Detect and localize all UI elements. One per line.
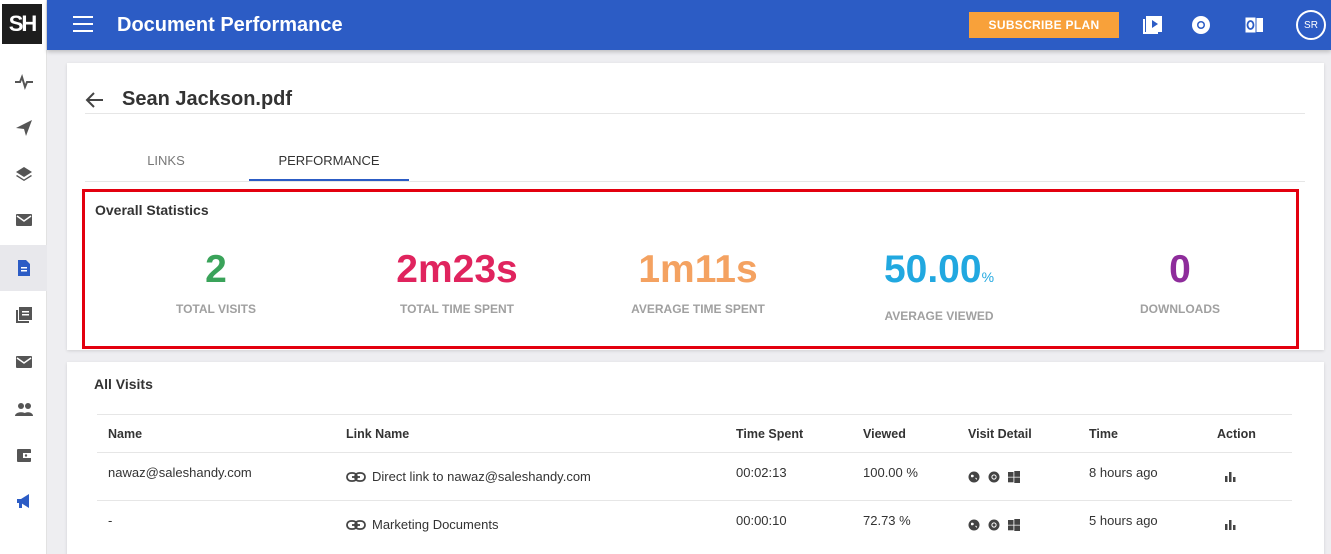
sidebar-item-announcements[interactable] <box>0 478 47 524</box>
viewed-percent: 72.73 % <box>863 513 911 528</box>
windows-icon <box>1008 518 1020 531</box>
layers-icon <box>15 167 32 181</box>
chrome-icon <box>988 519 1000 530</box>
chrome-extension-icon[interactable] <box>1189 13 1213 37</box>
sidebar-item-templates[interactable] <box>0 151 47 197</box>
title-divider <box>85 113 1305 114</box>
video-tutorial-icon[interactable] <box>1141 13 1165 37</box>
column-header-time-spent[interactable]: Time Spent <box>736 415 803 452</box>
stat-value: 1m11s <box>638 248 758 291</box>
stat-value: 0 <box>1169 248 1191 291</box>
bar-chart-icon[interactable] <box>1224 470 1237 483</box>
column-header-name[interactable]: Name <box>108 415 142 452</box>
sidebar-item-billing[interactable] <box>0 432 47 478</box>
link-name[interactable]: Marketing Documents <box>372 517 498 532</box>
time-spent: 00:02:13 <box>736 465 787 480</box>
stat-label: DOWNLOADS <box>1140 302 1220 316</box>
link-name-cell: Marketing Documents <box>346 501 498 548</box>
sidebar-item-team[interactable] <box>0 386 47 432</box>
table-header-row: Name Link Name Time Spent Viewed Visit D… <box>97 414 1292 452</box>
chrome-icon <box>988 471 1000 482</box>
overall-statistics-heading: Overall Statistics <box>95 202 209 218</box>
link-icon <box>346 519 366 530</box>
document-performance-card: Sean Jackson.pdf LINKS PERFORMANCE Overa… <box>67 63 1324 350</box>
column-header-visit-detail: Visit Detail <box>968 426 1032 441</box>
all-visits-card: All Visits Name Link Name Time Spent Vie… <box>67 362 1324 554</box>
pulse-icon <box>14 73 33 91</box>
sidebar-item-mail[interactable] <box>0 339 47 385</box>
visit-time: 5 hours ago <box>1089 513 1158 528</box>
user-avatar[interactable]: SR <box>1296 10 1326 40</box>
outlook-addin-icon[interactable] <box>1242 13 1266 37</box>
sidebar-item-campaigns[interactable] <box>0 105 47 151</box>
viewed-percent: 100.00 % <box>863 465 918 480</box>
mail-icon <box>15 356 32 368</box>
back-arrow-icon[interactable] <box>85 90 105 110</box>
column-header-time[interactable]: Time <box>1089 415 1118 452</box>
all-visits-heading: All Visits <box>94 376 153 392</box>
link-icon <box>346 471 366 482</box>
link-name-cell: Direct link to nawaz@saleshandy.com <box>346 453 591 500</box>
visit-detail-cell <box>968 453 1020 500</box>
column-header-viewed[interactable]: Viewed <box>863 415 906 452</box>
document-title: Sean Jackson.pdf <box>122 88 293 110</box>
sidebar-item-documents[interactable] <box>0 245 47 291</box>
sidebar-item-inbox[interactable] <box>0 197 47 243</box>
subscribe-plan-button[interactable]: SUBSCRIBE PLAN <box>969 12 1119 38</box>
column-header-action: Action <box>1217 426 1256 441</box>
stat-average-viewed: 50.00% AVERAGE VIEWED <box>819 248 1059 323</box>
time-spent: 00:00:10 <box>736 513 787 528</box>
paper-plane-icon <box>15 120 32 136</box>
tab-links[interactable]: LINKS <box>85 139 247 181</box>
action-cell <box>1224 501 1237 548</box>
stat-value: 50.00% <box>883 248 995 291</box>
table-row: - Marketing Documents 00:00:10 72.73 % 5… <box>97 500 1292 548</box>
sidebar-item-live-feed[interactable] <box>0 59 47 105</box>
globe-icon <box>968 519 980 530</box>
stat-label: TOTAL TIME SPENT <box>399 302 514 316</box>
stat-value: 2m23s <box>396 248 518 291</box>
tab-divider <box>85 181 1305 182</box>
top-bar: Document Performance SUBSCRIBE PLAN SR <box>47 0 1331 50</box>
stat-unit: % <box>981 269 995 285</box>
table-row: nawaz@saleshandy.com Direct link to nawa… <box>97 452 1292 500</box>
stat-label: AVERAGE VIEWED <box>884 309 994 323</box>
hamburger-menu-icon[interactable] <box>73 16 93 34</box>
visitor-name: - <box>108 513 113 528</box>
stat-label: TOTAL VISITS <box>175 302 256 316</box>
people-icon <box>14 403 33 416</box>
stat-total-visits: 2 TOTAL VISITS <box>96 248 336 316</box>
megaphone-icon <box>16 494 29 508</box>
visit-time: 8 hours ago <box>1089 465 1158 480</box>
tab-performance[interactable]: PERFORMANCE <box>249 139 409 181</box>
visitor-name: nawaz@saleshandy.com <box>108 465 252 480</box>
library-icon <box>15 307 32 323</box>
action-cell <box>1224 453 1237 500</box>
document-icon <box>17 260 30 276</box>
app-logo[interactable]: SH <box>2 4 42 44</box>
overall-statistics-panel: Overall Statistics 2 TOTAL VISITS 2m23s … <box>82 189 1299 349</box>
visit-detail-cell <box>968 501 1020 548</box>
stat-label: AVERAGE TIME SPENT <box>631 302 765 316</box>
link-name[interactable]: Direct link to nawaz@saleshandy.com <box>372 469 591 484</box>
sidebar-item-library[interactable] <box>0 292 47 338</box>
stat-average-time-spent: 1m11s AVERAGE TIME SPENT <box>578 248 818 316</box>
column-header-link-name[interactable]: Link Name <box>346 415 409 452</box>
visits-table: Name Link Name Time Spent Viewed Visit D… <box>97 414 1292 548</box>
inbox-icon <box>15 214 32 226</box>
stat-total-time-spent: 2m23s TOTAL TIME SPENT <box>337 248 577 316</box>
bar-chart-icon[interactable] <box>1224 518 1237 531</box>
stat-value: 2 <box>205 248 227 291</box>
page-title: Document Performance <box>117 14 343 36</box>
wallet-icon <box>16 449 32 462</box>
sidebar: SH <box>0 0 47 554</box>
windows-icon <box>1008 470 1020 483</box>
stat-downloads: 0 DOWNLOADS <box>1060 248 1300 316</box>
globe-icon <box>968 471 980 482</box>
